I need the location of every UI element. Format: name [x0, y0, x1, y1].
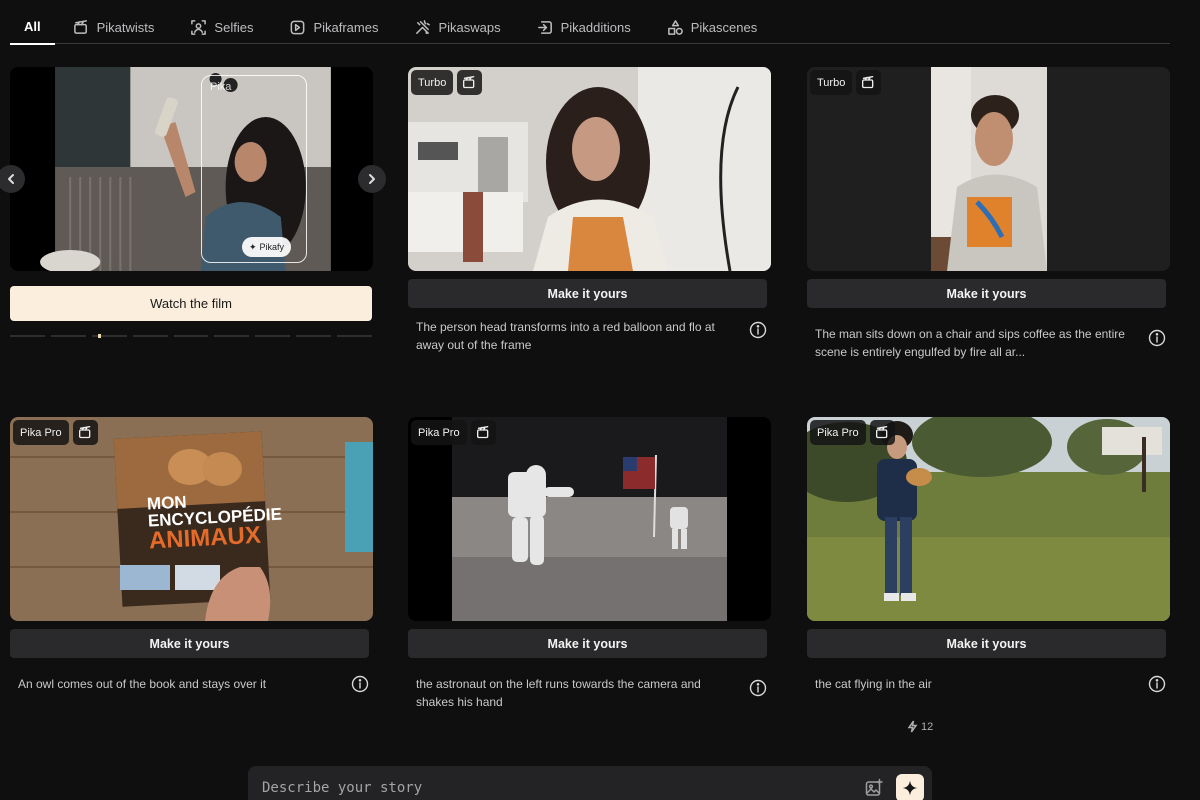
category-tabs: All Pikatwists Selfies Pikaframes Pikasw… — [10, 12, 1170, 45]
pikafy-chip[interactable]: ✦ Pikafy — [242, 237, 292, 257]
lightning-icon — [907, 720, 918, 733]
make-it-yours-button[interactable]: Make it yours — [807, 629, 1166, 658]
card-description: The person head transforms into a red ba… — [416, 320, 715, 352]
video-thumbnail[interactable]: Pika Pro — [408, 417, 771, 621]
tab-pikatwists[interactable]: Pikatwists — [55, 12, 173, 42]
twist-icon — [869, 420, 895, 445]
chevron-left-icon — [8, 174, 14, 184]
card-badges: Pika Pro — [411, 420, 496, 445]
template-card: MON ENCYCLOPÉDIE ANIMAUX Pika Pro Make i… — [10, 417, 373, 693]
card-badges: Turbo — [411, 70, 483, 95]
carousel-dot[interactable] — [91, 334, 127, 338]
image-plus-icon — [865, 778, 883, 796]
credit-count: 12 — [921, 720, 934, 733]
video-thumbnail[interactable]: Turbo — [408, 67, 771, 271]
swap-icon — [416, 19, 431, 34]
carousel-dot[interactable] — [50, 335, 86, 337]
card-description: the cat flying in the air — [815, 677, 932, 691]
video-thumbnail[interactable]: Turbo — [807, 67, 1170, 271]
carousel-dot[interactable] — [214, 335, 250, 337]
model-badge: Pika Pro — [810, 420, 866, 445]
card-description: The man sits down on a chair and sips co… — [815, 327, 1125, 359]
tab-pikaframes[interactable]: Pikaframes — [271, 12, 396, 42]
tab-all[interactable]: All — [10, 12, 55, 45]
carousel-dot[interactable] — [10, 335, 45, 337]
info-icon[interactable] — [351, 675, 369, 693]
info-icon[interactable] — [1148, 329, 1166, 347]
selfie-icon — [191, 19, 207, 35]
carousel-dot[interactable] — [255, 335, 291, 337]
card-badges: Turbo — [810, 70, 882, 95]
credit-counter: 12 — [907, 720, 933, 733]
prompt-bar — [248, 766, 932, 800]
model-badge: Turbo — [411, 70, 454, 95]
pika-frame-overlay: Pika — [201, 75, 307, 263]
video-thumbnail[interactable]: Pika Pro — [807, 417, 1170, 621]
video-thumbnail[interactable]: MON ENCYCLOPÉDIE ANIMAUX Pika Pro — [10, 417, 373, 621]
tab-pikaframes-label: Pikaframes — [313, 19, 379, 35]
info-icon[interactable] — [1148, 675, 1166, 693]
additions-icon — [537, 20, 552, 34]
card-description: the astronaut on the left runs towards t… — [416, 677, 701, 709]
template-card: Pika Pro Make it yours the astronaut on … — [408, 417, 771, 711]
carousel-dot[interactable] — [296, 335, 332, 337]
generate-button[interactable] — [896, 774, 924, 800]
make-it-yours-button[interactable]: Make it yours — [807, 279, 1166, 308]
watch-film-button[interactable]: Watch the film — [10, 286, 372, 321]
tab-pikaswaps[interactable]: Pikaswaps — [396, 12, 518, 42]
model-badge: Turbo — [810, 70, 853, 95]
info-icon[interactable] — [749, 321, 767, 339]
frames-icon — [291, 20, 305, 34]
info-icon[interactable] — [749, 679, 767, 697]
make-it-yours-button[interactable]: Make it yours — [10, 629, 369, 658]
carousel-dots — [10, 334, 373, 338]
tab-all-label: All — [24, 19, 41, 34]
pikafy-chip-label: Pikafy — [259, 242, 285, 252]
card-description: An owl comes out of the book and stays o… — [18, 677, 267, 691]
make-it-yours-button[interactable]: Make it yours — [408, 279, 767, 308]
scenes-icon — [667, 19, 683, 35]
sparkle-icon: ✦ — [249, 241, 257, 252]
make-it-yours-button[interactable]: Make it yours — [408, 629, 767, 658]
twist-icon — [73, 19, 87, 34]
tab-pikatwists-label: Pikatwists — [96, 19, 155, 35]
carousel-dot[interactable] — [132, 335, 168, 337]
template-card: Pika Pro Make it yours the cat flying in… — [807, 417, 1170, 693]
tab-selfies[interactable]: Selfies — [172, 12, 271, 42]
carousel-next-button[interactable] — [358, 165, 386, 193]
tab-pikaswaps-label: Pikaswaps — [438, 19, 501, 35]
tab-pikascenes[interactable]: Pikascenes — [649, 12, 775, 42]
story-prompt-input[interactable] — [262, 780, 864, 796]
template-card: Turbo Make it yours The person head tran… — [408, 67, 771, 354]
tab-selfies-label: Selfies — [214, 19, 254, 35]
carousel-dot[interactable] — [173, 335, 209, 337]
card-badges: Pika Pro — [13, 420, 98, 445]
frame-overlay-text: Pika — [210, 81, 232, 93]
tab-pikascenes-label: Pikascenes — [690, 19, 758, 35]
add-image-button[interactable] — [864, 778, 884, 798]
model-badge: Pika Pro — [13, 420, 69, 445]
carousel-dot[interactable] — [337, 335, 373, 337]
tab-pikadditions-label: Pikadditions — [560, 19, 631, 35]
twist-icon — [470, 420, 496, 445]
sparkle-icon — [902, 780, 918, 796]
featured-video-thumbnail[interactable]: Pika ✦ Pikafy — [10, 67, 373, 271]
template-card: Turbo Make it yours The man sits down on… — [807, 67, 1170, 361]
book-cover-text: MON ENCYCLOPÉDIE ANIMAUX — [147, 489, 284, 554]
tab-pikadditions[interactable]: Pikadditions — [519, 12, 649, 42]
model-badge: Pika Pro — [411, 420, 467, 445]
twist-icon — [457, 70, 483, 95]
chevron-right-icon — [369, 174, 375, 184]
twist-icon — [856, 70, 882, 95]
featured-carousel: Pika ✦ Pikafy — [10, 67, 373, 271]
card-badges: Pika Pro — [810, 420, 895, 445]
twist-icon — [72, 420, 98, 445]
